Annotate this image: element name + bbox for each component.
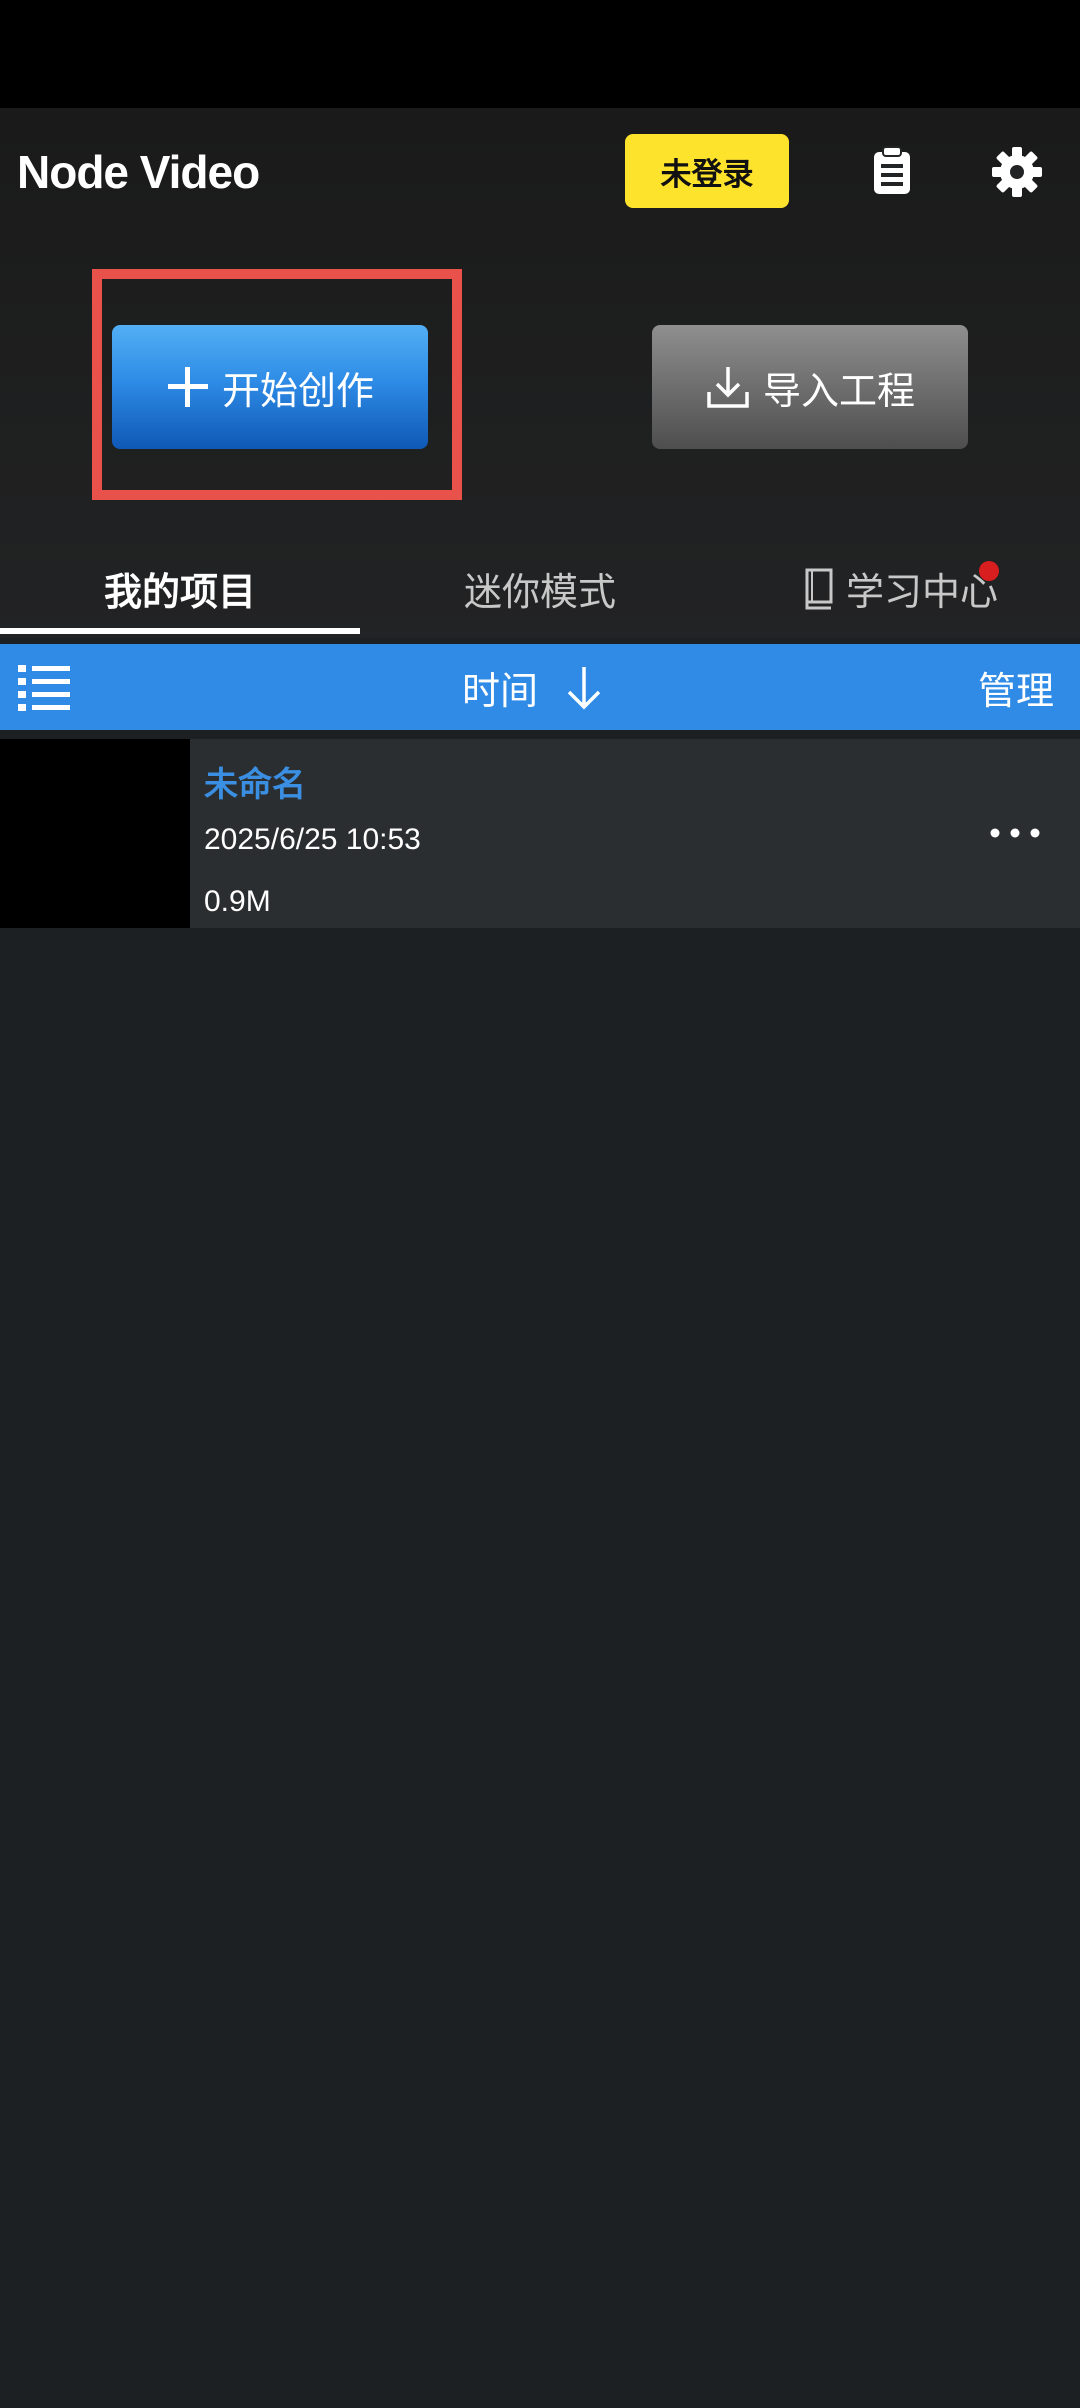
tab-learning-center-label: 学习中心: [845, 571, 998, 614]
tab-bar: 我的项目 迷你模式 学习中心: [0, 540, 1080, 636]
tab-my-projects[interactable]: 我的项目: [0, 540, 360, 636]
list-icon: [18, 665, 70, 711]
login-button[interactable]: 未登录: [625, 134, 789, 208]
project-more-button[interactable]: [980, 807, 1050, 859]
list-view-button[interactable]: [18, 663, 70, 711]
app-title: Node Video: [17, 146, 260, 198]
clipboard-icon: [874, 146, 910, 194]
start-creating-label: 开始创作: [221, 370, 374, 413]
tab-active-indicator: [0, 628, 360, 634]
project-name: 未命名: [204, 766, 306, 804]
sort-label: 时间: [462, 670, 539, 713]
import-project-button[interactable]: 导入工程: [652, 325, 968, 449]
status-bar: [0, 0, 1080, 108]
project-size: 0.9M: [204, 885, 271, 918]
plus-icon: [166, 365, 210, 409]
clipboard-button[interactable]: [862, 138, 922, 204]
start-creating-button[interactable]: 开始创作: [112, 325, 428, 449]
sort-by-time-button[interactable]: 时间: [462, 644, 604, 730]
book-icon: [802, 566, 836, 610]
list-toolbar: 时间 管理: [0, 644, 1080, 730]
project-thumbnail[interactable]: [0, 739, 190, 928]
arrow-down-icon: [564, 663, 604, 711]
settings-button[interactable]: [985, 140, 1049, 204]
import-project-label: 导入工程: [762, 370, 915, 413]
project-list-item[interactable]: 未命名 2025/6/25 10:53 0.9M: [0, 739, 1080, 928]
notification-dot: [979, 561, 999, 581]
project-date: 2025/6/25 10:53: [204, 823, 421, 856]
tab-learning-center[interactable]: 学习中心: [720, 540, 1080, 636]
tab-mini-mode[interactable]: 迷你模式: [360, 540, 720, 636]
download-icon: [705, 364, 751, 410]
gear-icon: [992, 147, 1042, 197]
manage-button[interactable]: 管理: [978, 644, 1054, 730]
more-horizontal-icon: [990, 828, 1040, 838]
